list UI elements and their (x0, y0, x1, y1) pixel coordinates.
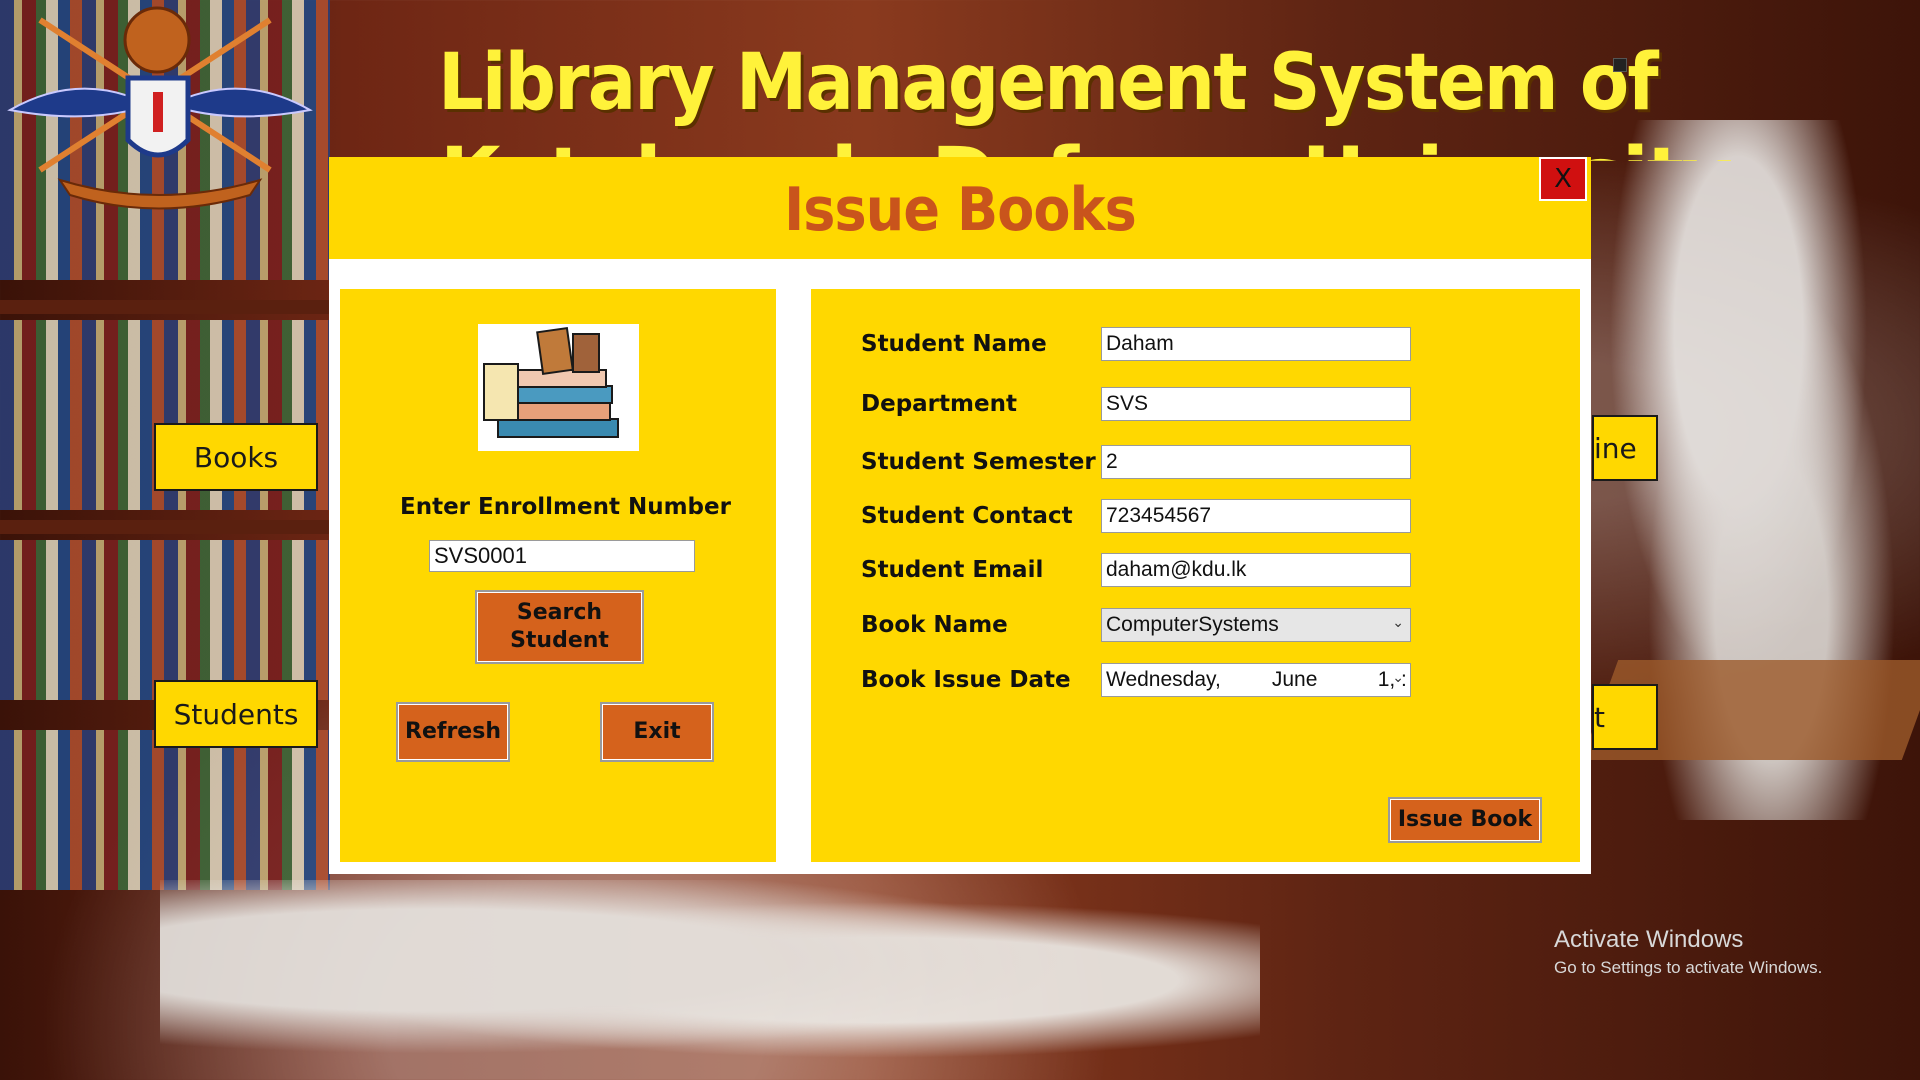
right-nav-button[interactable]: t (1592, 684, 1658, 750)
search-panel: Enter Enrollment Number Search Student R… (340, 289, 776, 862)
issue-date-month: June (1271, 668, 1318, 691)
issue-date-picker[interactable]: Wednesday, June 1, : ⌄ (1101, 663, 1411, 697)
form-row-semester: Student Semester 2 (811, 445, 1580, 485)
books-button[interactable]: Books (154, 423, 318, 491)
close-button[interactable]: X (1539, 157, 1587, 201)
student-details-panel: Student Name Daham Department SVS Studen… (811, 289, 1580, 862)
bookshelf-background (0, 540, 330, 700)
books-stack-icon (478, 324, 639, 451)
student-email-label: Student Email (861, 557, 1044, 583)
books-button-label: Books (193, 440, 279, 474)
issue-book-button[interactable]: Issue Book (1388, 797, 1542, 843)
dialog-title: Issue Books (784, 175, 1137, 245)
student-email-field[interactable]: daham@kdu.lk (1101, 553, 1411, 587)
students-photo-background (160, 880, 1260, 1080)
department-field[interactable]: SVS (1101, 387, 1411, 421)
students-button[interactable]: Students (154, 680, 318, 748)
fine-button[interactable]: ine (1592, 415, 1658, 481)
exit-button[interactable]: Exit (600, 702, 714, 762)
student-contact-field[interactable]: 723454567 (1101, 499, 1411, 533)
enrollment-input[interactable] (429, 540, 695, 572)
form-row-contact: Student Contact 723454567 (811, 499, 1580, 539)
book-issue-date-label: Book Issue Date (861, 667, 1071, 693)
enrollment-label: Enter Enrollment Number (400, 494, 731, 520)
form-row-department: Department SVS (811, 387, 1580, 427)
book-name-select[interactable]: ComputerSystems ⌄ (1101, 608, 1411, 642)
refresh-button[interactable]: Refresh (396, 702, 510, 762)
issue-date-day: Wednesday, (1106, 668, 1221, 691)
issue-books-dialog: Issue Books X Enter Enrollment Number Se… (329, 157, 1591, 874)
book-name-label: Book Name (861, 612, 1008, 638)
form-row-book-name: Book Name ComputerSystems ⌄ (811, 608, 1580, 648)
right-nav-button-label: t (1594, 700, 1605, 734)
shelf-plank (0, 520, 330, 534)
activate-windows-subtitle: Go to Settings to activate Windows. (1554, 958, 1823, 977)
student-semester-label: Student Semester (861, 449, 1096, 475)
students-button-label: Students (173, 697, 299, 731)
student-name-field[interactable]: Daham (1101, 327, 1411, 361)
book-name-value: ComputerSystems (1106, 613, 1279, 636)
shelf-plank (0, 300, 330, 314)
chevron-down-icon[interactable]: ⌄ (1392, 670, 1404, 686)
app-title: Library Management System of (438, 38, 1659, 128)
fine-button-label: ine (1594, 431, 1637, 465)
activate-windows-watermark: Activate Windows Go to Settings to activ… (1554, 926, 1822, 978)
search-student-button-label: Search Student (510, 600, 609, 653)
university-emblem-icon (7, 6, 313, 210)
department-label: Department (861, 391, 1017, 417)
form-row-student-name: Student Name Daham (811, 327, 1580, 367)
dialog-header: Issue Books X (329, 157, 1591, 259)
small-square-icon (1613, 58, 1627, 72)
form-row-email: Student Email daham@kdu.lk (811, 553, 1580, 593)
activate-windows-title: Activate Windows (1554, 926, 1744, 953)
bookshelf-background (0, 730, 330, 890)
student-name-label: Student Name (861, 331, 1047, 357)
chevron-down-icon: ⌄ (1392, 615, 1404, 631)
student-semester-field[interactable]: 2 (1101, 445, 1411, 479)
student-contact-label: Student Contact (861, 503, 1073, 529)
search-student-button[interactable]: Search Student (475, 590, 644, 664)
form-row-issue-date: Book Issue Date Wednesday, June 1, : ⌄ (811, 663, 1580, 703)
